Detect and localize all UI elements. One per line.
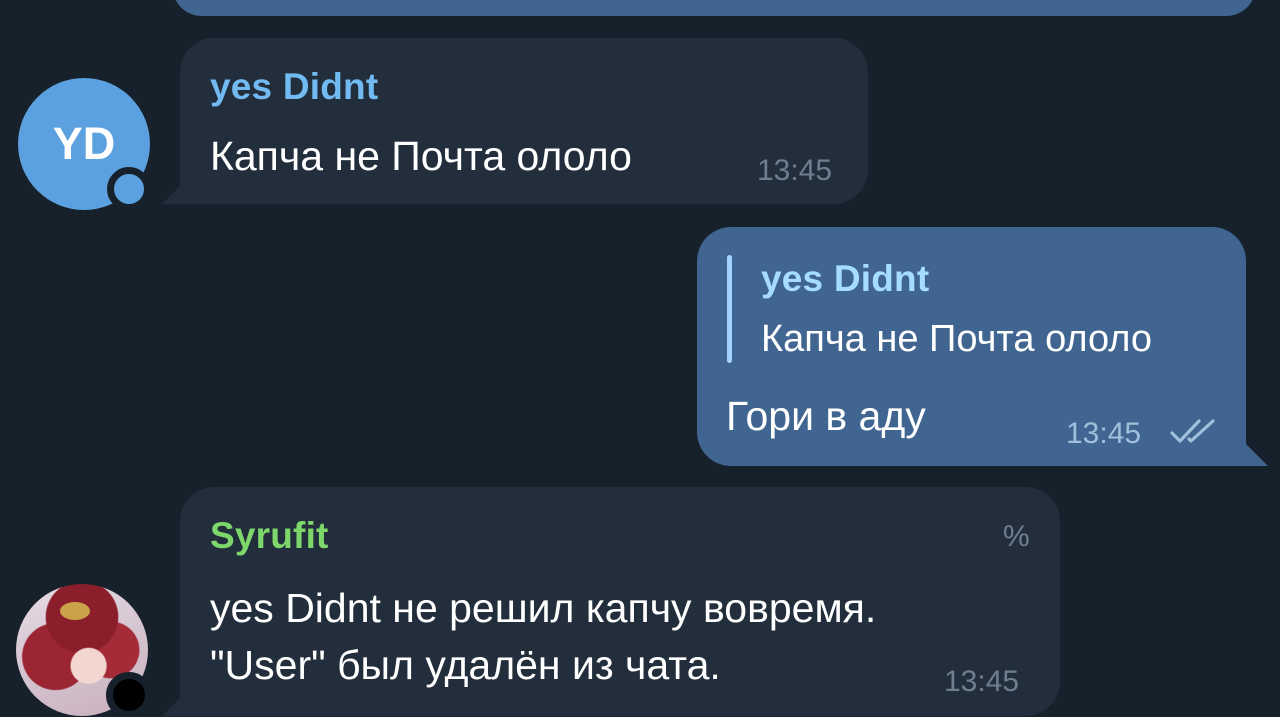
message-time: 13:45 (757, 154, 833, 187)
avatar-image (60, 602, 90, 620)
avatar-initials: YD (52, 118, 116, 169)
message-text: Гори в аду (726, 393, 926, 439)
sender-name[interactable]: Syrufit (210, 515, 329, 557)
message-text: Капча не Почта ололо (210, 133, 632, 179)
chat-view: YD yes Didnt Капча не Почта ололо 13:45 … (0, 0, 1280, 717)
online-status-dot (107, 167, 151, 211)
sender-name[interactable]: yes Didnt (210, 66, 378, 108)
double-check-icon (1169, 417, 1219, 447)
message-time: 13:45 (1066, 417, 1142, 450)
reply-bar (727, 255, 732, 363)
admin-badge: % (1003, 520, 1030, 553)
message-line-1: yes Didnt не решил капчу вовремя. (210, 585, 877, 631)
previous-message-bubble[interactable] (172, 0, 1256, 16)
status-dot (106, 672, 152, 717)
reply-text: Капча не Почта ололо (761, 318, 1153, 360)
message-bubble[interactable]: yes Didnt Капча не Почта ололо 13:45 (180, 38, 868, 204)
message-time: 13:45 (944, 665, 1020, 698)
reply-sender: yes Didnt (761, 258, 930, 299)
message-line-2: "User" был удалён из чата. (210, 642, 721, 688)
reply-quote[interactable]: yes Didnt Капча не Почта ололо (727, 255, 1227, 363)
message-bubble[interactable]: yes Didnt Капча не Почта ололо Гори в ад… (697, 227, 1246, 466)
message-bubble[interactable]: Syrufit % yes Didnt не решил капчу вовре… (180, 487, 1060, 716)
